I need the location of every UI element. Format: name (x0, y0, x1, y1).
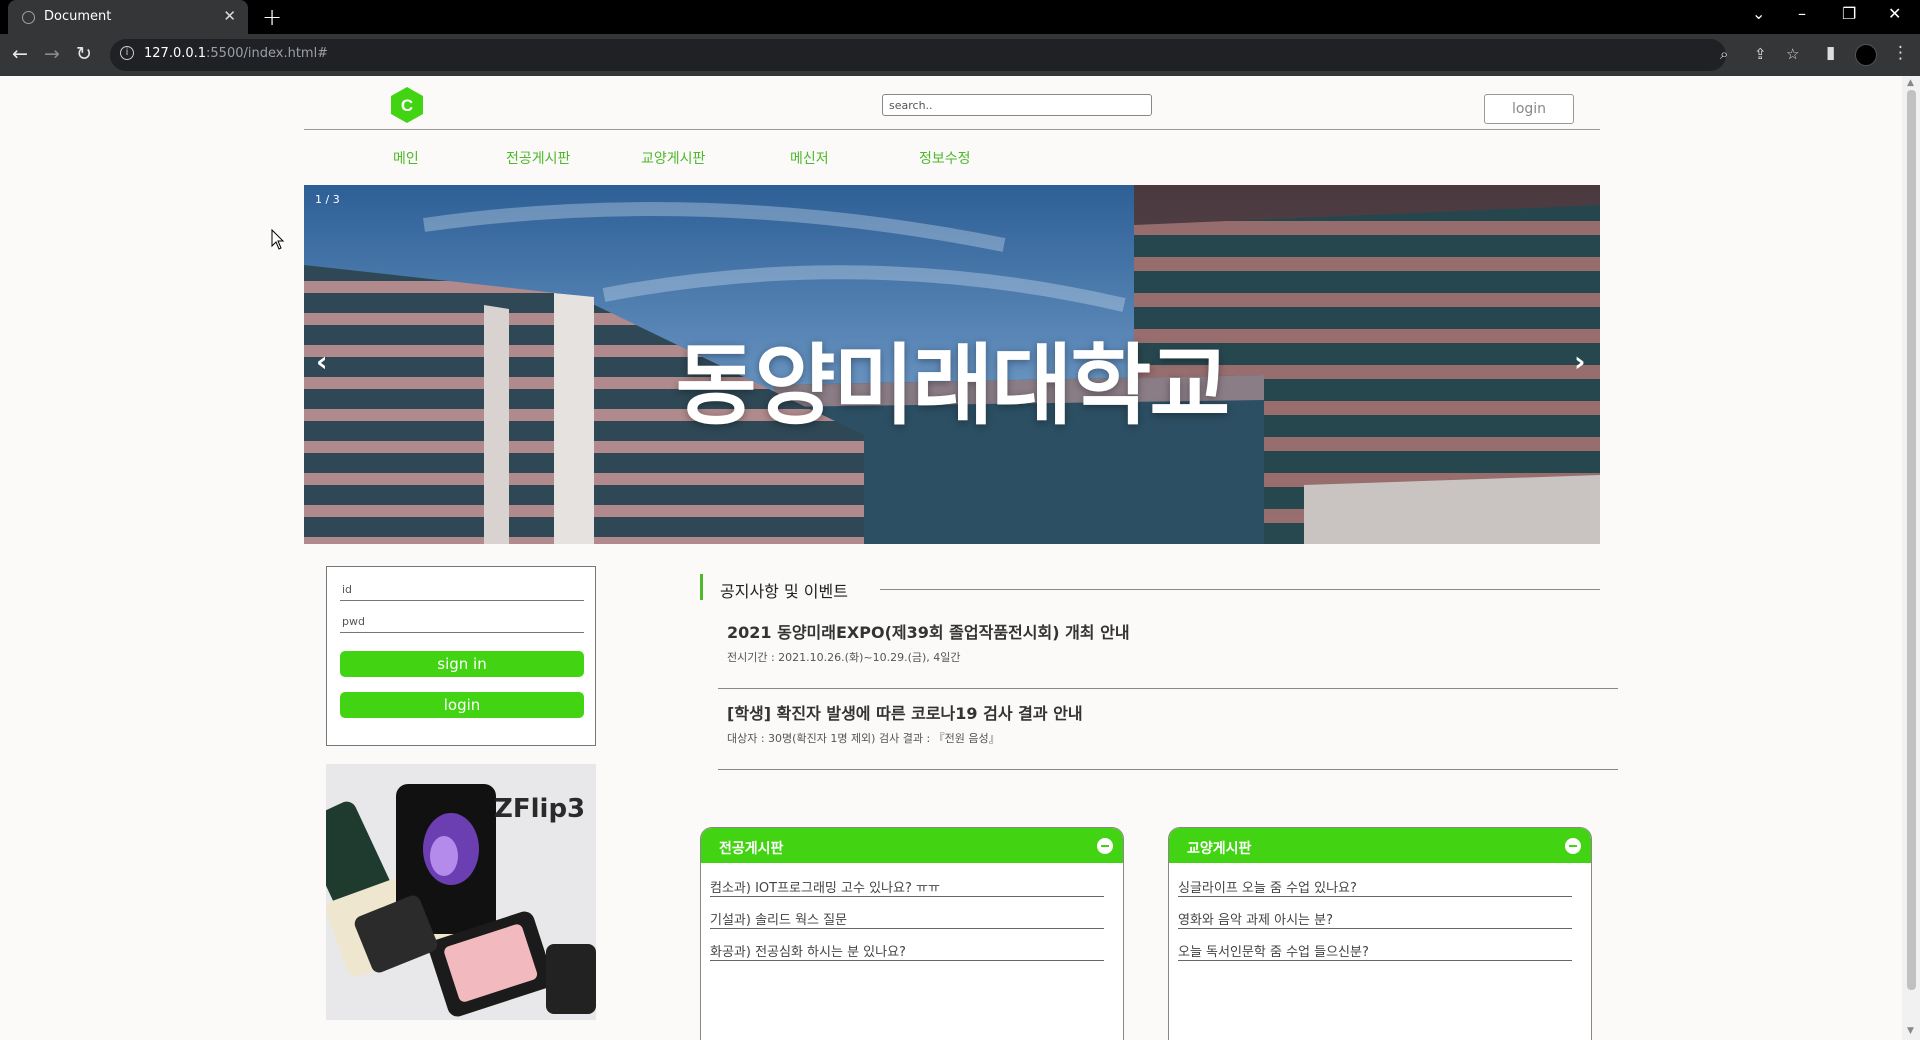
nav-profile-edit[interactable]: 정보수정 (919, 148, 971, 168)
browser-tab[interactable]: Document ✕ (8, 0, 248, 34)
ad-banner[interactable]: ZFlip3 (326, 764, 596, 1020)
menu-kebab-icon[interactable]: ⋮ (1892, 43, 1909, 63)
collapse-icon[interactable] (1097, 838, 1113, 854)
scroll-down-icon[interactable]: ▼ (1907, 1026, 1914, 1036)
slider-prev-arrow-icon[interactable]: ‹ (316, 345, 328, 378)
logo[interactable]: C (390, 86, 424, 124)
browser-tab-bar: Document ✕ + ⌄ – ❐ ✕ (0, 0, 1920, 34)
url-text: 127.0.0.1:5500/index.html# (144, 46, 329, 61)
page-scrollbar[interactable]: ▲ ▼ (1902, 76, 1920, 1040)
scroll-up-icon[interactable]: ▲ (1907, 78, 1914, 88)
board-post[interactable]: 컴소과) IOT프로그래밍 고수 있나요? ㅠㅠ (710, 869, 1104, 897)
notice-section-title: 공지사항 및 이벤트 (720, 582, 848, 601)
slide-counter: 1 / 3 (315, 193, 340, 206)
url-field[interactable]: i 127.0.0.1:5500/index.html# ⌕ ⇪ ☆ (110, 39, 1799, 71)
globe-icon (22, 11, 35, 24)
major-board-panel: 전공게시판 컴소과) IOT프로그래밍 고수 있나요? ㅠㅠ 기설과) 솔리드 … (700, 827, 1124, 1040)
login-form: sign in login (326, 566, 596, 746)
board-header: 교양게시판 (1169, 828, 1591, 863)
board-post[interactable]: 기설과) 솔리드 웍스 질문 (710, 901, 1104, 929)
header-login-button[interactable]: login (1484, 94, 1574, 124)
bookmark-star-icon[interactable]: ☆ (1786, 45, 1799, 63)
forward-icon[interactable]: → (44, 43, 60, 65)
notice-item[interactable]: 2021 동양미래EXPO(제39회 졸업작품전시회) 개최 안내 전시기간 :… (718, 619, 1618, 689)
site-info-icon[interactable]: i (120, 46, 134, 60)
share-icon[interactable]: ⇪ (1754, 45, 1767, 63)
mouse-cursor-icon (271, 229, 285, 250)
close-tab-icon[interactable]: ✕ (223, 7, 236, 25)
board-title[interactable]: 전공게시판 (719, 838, 783, 858)
notice-title-rule (880, 589, 1600, 590)
slider-next-arrow-icon[interactable]: › (1574, 345, 1586, 378)
search-input[interactable] (882, 94, 1152, 116)
notice-subtext: 대상자 : 30명(확진자 1명 제외) 검사 결과 : 『전원 음성』 (727, 732, 1000, 745)
login-button[interactable]: login (340, 692, 584, 718)
side-panel-icon[interactable]: ▮ (1826, 43, 1835, 63)
slide-title: 동양미래대학교 (675, 334, 1231, 437)
minimize-icon[interactable]: – (1798, 4, 1806, 23)
address-bar: ← → ↻ i 127.0.0.1:5500/index.html# ⌕ ⇪ ☆… (0, 34, 1920, 76)
close-window-icon[interactable]: ✕ (1888, 4, 1901, 23)
board-post[interactable]: 싱글라이프 오늘 줌 수업 있나요? (1178, 869, 1572, 897)
notice-headline[interactable]: [학생] 확진자 발생에 따른 코로나19 검사 결과 안내 (727, 700, 1083, 724)
notice-accent-bar (700, 574, 703, 600)
tab-search-icon[interactable]: ⌄ (1752, 4, 1765, 23)
tab-title: Document (44, 9, 112, 24)
id-field[interactable] (340, 579, 584, 601)
ad-title: ZFlip3 (494, 794, 586, 824)
liberal-board-panel: 교양게시판 싱글라이프 오늘 줌 수업 있나요? 영화와 음악 과제 아시는 분… (1168, 827, 1592, 1040)
board-title[interactable]: 교양게시판 (1187, 838, 1251, 858)
notice-headline[interactable]: 2021 동양미래EXPO(제39회 졸업작품전시회) 개최 안내 (727, 619, 1130, 643)
nav-liberal-board[interactable]: 교양게시판 (641, 148, 705, 168)
notice-subtext: 전시기간 : 2021.10.26.(화)~10.29.(금), 4일간 (727, 651, 961, 664)
profile-avatar[interactable] (1855, 44, 1877, 66)
sign-in-button[interactable]: sign in (340, 651, 584, 677)
scrollbar-thumb[interactable] (1907, 90, 1916, 990)
header-divider (304, 129, 1600, 130)
collapse-icon[interactable] (1565, 838, 1581, 854)
nav-main[interactable]: 메인 (393, 148, 419, 168)
board-post[interactable]: 영화와 음악 과제 아시는 분? (1178, 901, 1572, 929)
svg-text:C: C (401, 96, 413, 115)
board-post[interactable]: 화공과) 전공심화 하시는 분 있나요? (710, 933, 1104, 961)
password-field[interactable] (340, 611, 584, 633)
board-post[interactable]: 오늘 독서인문학 줌 수업 들으신분? (1178, 933, 1572, 961)
restore-icon[interactable]: ❐ (1842, 4, 1856, 23)
reload-icon[interactable]: ↻ (76, 43, 92, 65)
hero-slider: 1 / 3 동양미래대학교 ‹ › (304, 185, 1600, 544)
zoom-icon[interactable]: ⌕ (1720, 45, 1728, 63)
nav-major-board[interactable]: 전공게시판 (506, 148, 570, 168)
back-icon[interactable]: ← (12, 43, 28, 65)
new-tab-icon[interactable]: + (262, 3, 282, 31)
nav-messenger[interactable]: 메신저 (790, 148, 829, 168)
board-header: 전공게시판 (701, 828, 1123, 863)
page-viewport: C login 메인 전공게시판 교양게시판 메신저 정보수정 (0, 76, 1902, 1040)
notice-item[interactable]: [학생] 확진자 발생에 따른 코로나19 검사 결과 안내 대상자 : 30명… (718, 700, 1618, 770)
